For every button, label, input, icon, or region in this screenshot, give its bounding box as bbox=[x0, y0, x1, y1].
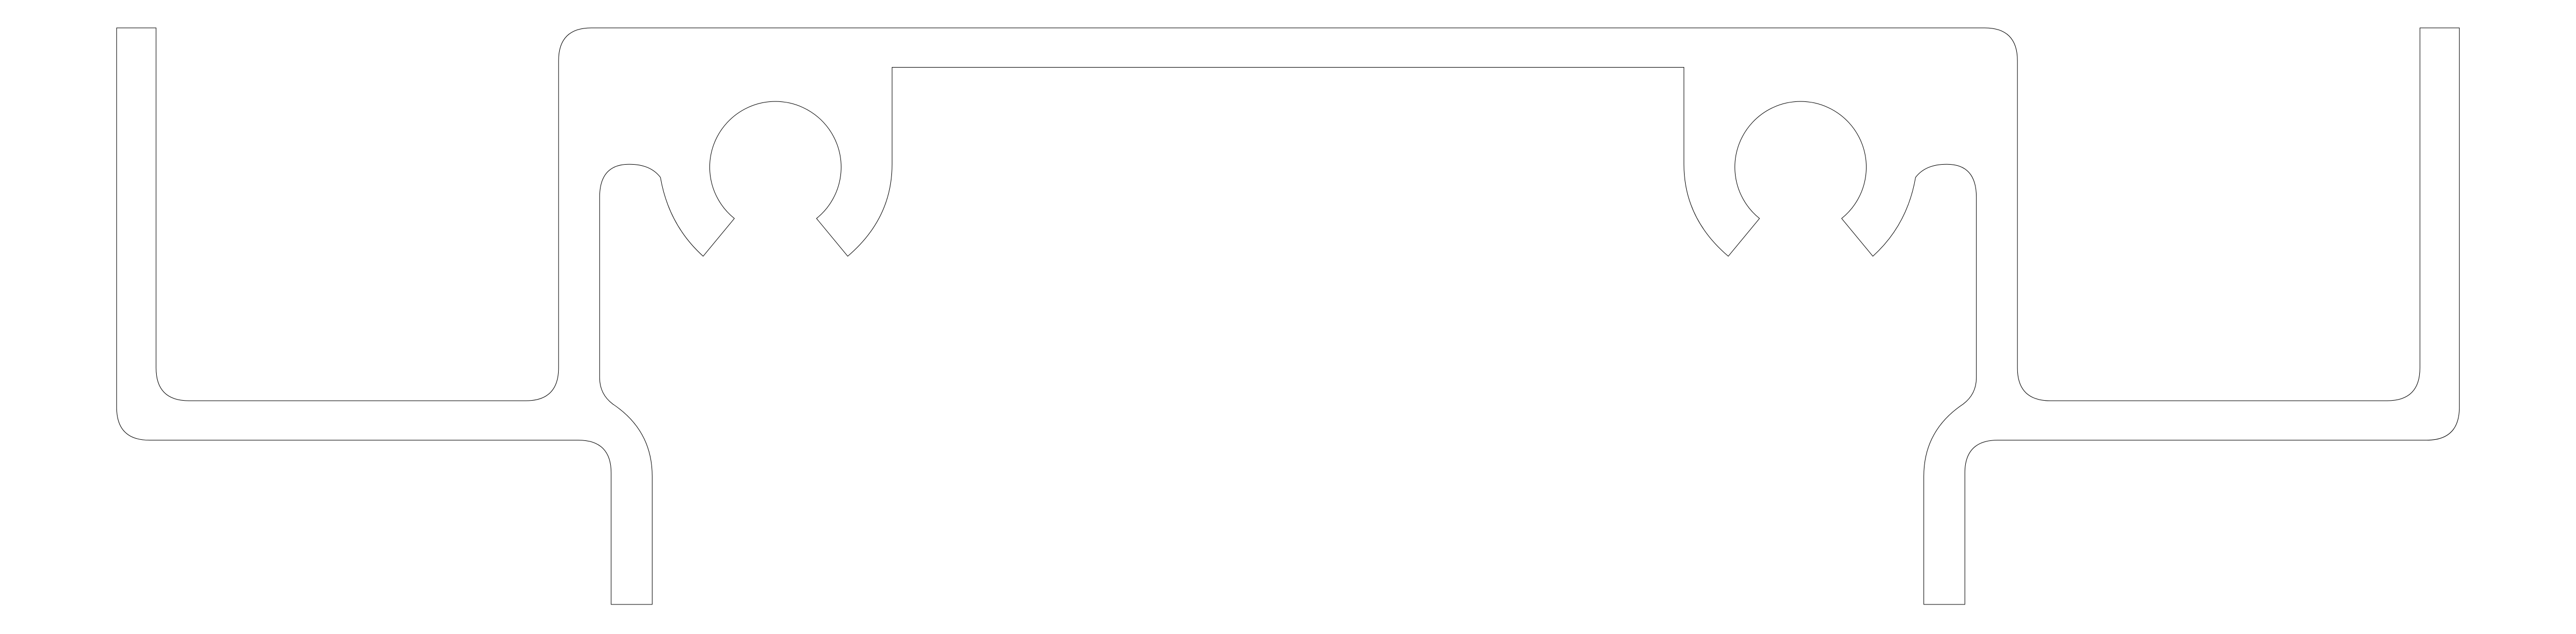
drawing-canvas bbox=[0, 0, 2576, 634]
drawing-background bbox=[0, 0, 2576, 634]
profile-drawing bbox=[0, 0, 2576, 634]
